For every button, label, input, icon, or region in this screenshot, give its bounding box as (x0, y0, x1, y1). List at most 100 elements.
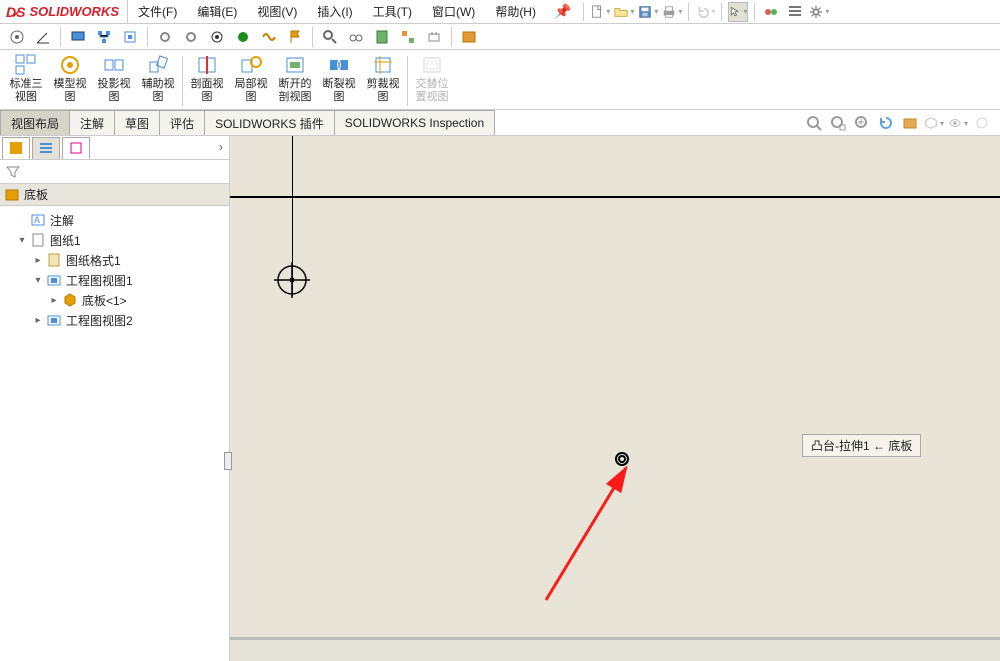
tree-label: 图纸1 (50, 232, 81, 249)
tree-expand-icon[interactable]: ▸ (32, 315, 44, 326)
gear1-button[interactable] (154, 26, 176, 48)
tab-annotations[interactable]: 注解 (69, 110, 115, 135)
tree-expand-icon[interactable]: ▸ (48, 295, 60, 306)
menu-insert[interactable]: 插入(I) (307, 0, 362, 24)
cmd-label: 断开的 剖视图 (279, 78, 312, 104)
target-button[interactable] (206, 26, 228, 48)
drawing-view-icon (46, 312, 62, 328)
drawing-canvas[interactable]: 凸台-拉伸1 ← 底板 (230, 136, 1000, 661)
menu-tools[interactable]: 工具(T) (363, 0, 422, 24)
toolbar-separator (688, 3, 689, 21)
panel-tab-tree[interactable] (32, 137, 60, 159)
tab-evaluate[interactable]: 评估 (159, 110, 205, 135)
toolbar-separator (721, 3, 722, 21)
undo-icon (695, 4, 709, 20)
tree-node-sheet[interactable]: ▾ 图纸1 (6, 230, 229, 250)
cmd-modelview[interactable]: 模型视 图 (49, 54, 91, 110)
search-icon (322, 29, 338, 45)
menu-help[interactable]: 帮助(H) (485, 0, 546, 24)
cmd-section[interactable]: 剖面视 图 (186, 54, 228, 110)
broken-icon (284, 54, 306, 76)
angle-icon (35, 29, 51, 45)
open-doc-button[interactable] (614, 2, 634, 22)
list-button[interactable] (785, 2, 805, 22)
tree-node-sheetformat[interactable]: ▸ 图纸格式1 (6, 250, 229, 270)
cmd-detail[interactable]: 局部视 图 (230, 54, 272, 110)
tree-root-header[interactable]: 底板 (0, 184, 229, 206)
panel-chevron-icon[interactable]: › (219, 140, 223, 154)
cmd-broken[interactable]: 断开的 剖视图 (274, 54, 316, 110)
binoc-button[interactable] (345, 26, 367, 48)
panel-resize-handle[interactable] (224, 452, 232, 470)
menu-window[interactable]: 窗口(W) (422, 0, 485, 24)
panel-tab-config[interactable] (2, 137, 30, 159)
palette2-button[interactable] (900, 113, 920, 133)
tab-inspection[interactable]: SOLIDWORKS Inspection (334, 110, 495, 135)
wave-icon (261, 29, 277, 45)
standard3view-icon (15, 54, 37, 76)
select-button[interactable] (728, 2, 748, 22)
tab-addins[interactable]: SOLIDWORKS 插件 (204, 110, 335, 135)
refresh-button[interactable] (119, 26, 141, 48)
zoom-area-button[interactable] (828, 113, 848, 133)
tree-label: 图纸格式1 (66, 252, 121, 269)
filter-row[interactable] (0, 160, 229, 184)
menu-view[interactable]: 视图(V) (247, 0, 307, 24)
print-button[interactable] (662, 2, 682, 22)
zoom-prev-icon (854, 115, 870, 131)
tree-node-view1[interactable]: ▾ 工程图视图1 (6, 270, 229, 290)
swap-button[interactable] (397, 26, 419, 48)
palette-button[interactable] (458, 26, 480, 48)
tree-node-view2[interactable]: ▸ 工程图视图2 (6, 310, 229, 330)
tree-button[interactable] (93, 26, 115, 48)
display-button[interactable] (67, 26, 89, 48)
bulb-button[interactable] (972, 113, 992, 133)
save-button[interactable] (638, 2, 658, 22)
menu-file[interactable]: 文件(F) (128, 0, 187, 24)
sheetformat-icon (46, 252, 62, 268)
move-button[interactable] (423, 26, 445, 48)
menubar: D̷S SOLIDWORKS 文件(F) 编辑(E) 视图(V) 插入(I) 工… (0, 0, 1000, 24)
cmd-projected[interactable]: 投影视 图 (93, 54, 135, 110)
angle-button[interactable] (32, 26, 54, 48)
gear2-button[interactable] (180, 26, 202, 48)
cmd-label: 模型视 图 (54, 78, 87, 104)
sheet-button[interactable] (371, 26, 393, 48)
zoom-fit-button[interactable] (804, 113, 824, 133)
green-button[interactable] (232, 26, 254, 48)
flag-button[interactable] (284, 26, 306, 48)
annotation-arrow (536, 462, 636, 602)
gear-icon (183, 29, 199, 45)
tab-sketch[interactable]: 草图 (114, 110, 160, 135)
settings-button[interactable] (809, 2, 829, 22)
cube-button[interactable] (924, 113, 944, 133)
tree-expand-icon[interactable]: ▸ (32, 255, 44, 266)
tree-collapse-icon[interactable]: ▾ (32, 275, 44, 286)
search-button[interactable] (319, 26, 341, 48)
cmd-auxiliary[interactable]: 辅助视 图 (137, 54, 179, 110)
tab-layout[interactable]: 视图布局 (0, 110, 70, 135)
cmd-standard3view[interactable]: 标准三 视图 (5, 54, 47, 110)
new-doc-button[interactable] (590, 2, 610, 22)
orientation-button[interactable] (6, 26, 28, 48)
eye-button[interactable] (948, 113, 968, 133)
undo-button[interactable] (695, 2, 715, 22)
tree-collapse-icon[interactable]: ▾ (16, 235, 28, 246)
cmd-break[interactable]: 断裂视 图 (318, 54, 360, 110)
traffic-button[interactable] (761, 2, 781, 22)
zoom-prev-button[interactable] (852, 113, 872, 133)
menu-edit[interactable]: 编辑(E) (187, 0, 247, 24)
wave-button[interactable] (258, 26, 280, 48)
cmd-crop[interactable]: 剪裁视 图 (362, 54, 404, 110)
modelview-icon (59, 54, 81, 76)
tree-node-part[interactable]: ▸ 底板<1> (6, 290, 229, 310)
toolbar-separator (147, 27, 148, 47)
tree-tab-icon (39, 141, 53, 155)
tree-label: 工程图视图2 (66, 312, 133, 329)
view-toolbar (802, 112, 994, 134)
rotate-button[interactable] (876, 113, 896, 133)
cmd-label: 剖面视 图 (191, 78, 224, 104)
panel-tab-prop[interactable] (62, 137, 90, 159)
pin-menu-icon[interactable]: 📌 (546, 3, 579, 20)
tree-node-annotations[interactable]: A 注解 (6, 210, 229, 230)
